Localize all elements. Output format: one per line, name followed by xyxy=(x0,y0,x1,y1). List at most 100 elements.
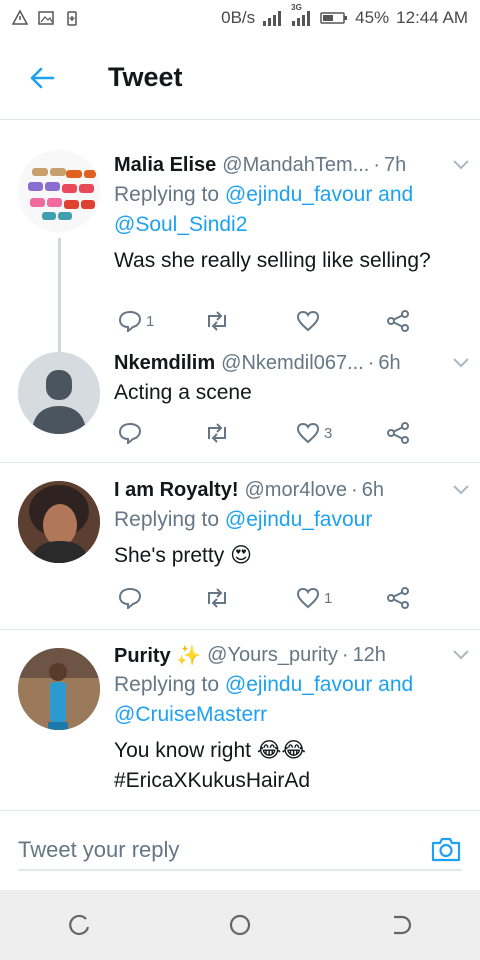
hashtag-link[interactable]: #EricaXKukusHairAd xyxy=(114,766,468,796)
author-name[interactable]: Malia Elise xyxy=(114,154,216,177)
avatar[interactable] xyxy=(18,648,100,730)
back-button[interactable] xyxy=(0,36,84,120)
share-button[interactable] xyxy=(386,586,410,610)
tweet-header: Purity ✨ @Yours_purity · 12h xyxy=(114,640,468,670)
network-speed: 0B/s xyxy=(221,8,256,27)
tweet-body: I am Royalty! @mor4love · 6h Replying to… xyxy=(114,475,468,571)
back-nav-button[interactable] xyxy=(380,905,420,945)
tweet-text: She's pretty 😍 xyxy=(114,544,252,567)
share-button[interactable] xyxy=(386,421,410,445)
avatar[interactable] xyxy=(18,150,100,232)
tweet-header: I am Royalty! @mor4love · 6h xyxy=(114,475,468,505)
chevron-down-icon[interactable] xyxy=(452,356,470,370)
reply-bar xyxy=(0,810,480,890)
reply-button[interactable] xyxy=(118,422,146,444)
like-button[interactable]: 3 xyxy=(296,422,332,444)
tweet-body: Purity ✨ @Yours_purity · 12h Replying to… xyxy=(114,640,468,796)
replying-to: Replying to @ejindu_favour xyxy=(114,505,468,535)
signal-3g-icon xyxy=(292,11,311,26)
default-avatar-icon xyxy=(18,352,100,434)
tweet-list[interactable]: Malia Elise @MandahTem... · 7h Replying … xyxy=(0,120,480,810)
reply-input[interactable] xyxy=(18,831,462,871)
replying-prefix: Replying to xyxy=(114,508,220,531)
tweet-item[interactable]: Nkemdilim @Nkemdil067... · 6h Acting a s… xyxy=(0,338,480,463)
reply-count: 1 xyxy=(146,312,155,330)
replying-to: Replying to @ejindu_favour and @CruiseMa… xyxy=(114,670,468,730)
author-handle[interactable]: @MandahTem... xyxy=(222,154,369,177)
separator-dot: · xyxy=(351,478,358,501)
tweet-header: Malia Elise @MandahTem... · 7h xyxy=(114,150,468,180)
replying-prefix: Replying to xyxy=(114,673,220,696)
tweet-time: 6h xyxy=(361,478,384,501)
clock: 12:44 AM xyxy=(396,8,468,27)
retweet-button[interactable] xyxy=(204,422,230,444)
tweet-item[interactable]: Malia Elise @MandahTem... · 7h Replying … xyxy=(0,138,480,368)
heart-icon xyxy=(296,310,320,332)
home-circle-icon xyxy=(229,914,251,936)
reply-icon xyxy=(118,587,142,609)
retweet-icon xyxy=(208,588,226,608)
replying-prefix: Replying to xyxy=(114,183,220,206)
reply-button[interactable] xyxy=(118,587,146,609)
tweet-actions: 1 xyxy=(114,583,414,613)
author-name[interactable]: Purity ✨ xyxy=(114,643,201,668)
mention-link[interactable]: @ejindu_favour xyxy=(225,183,372,206)
camera-icon xyxy=(431,837,461,862)
separator-dot: · xyxy=(367,351,375,374)
status-left-icons xyxy=(12,10,80,26)
avatar[interactable] xyxy=(18,481,100,563)
mention-link[interactable]: @ejindu_favour xyxy=(225,508,372,531)
share-icon xyxy=(387,587,409,609)
like-count: 1 xyxy=(324,589,333,607)
chevron-down-icon[interactable] xyxy=(452,483,470,497)
image-notification-icon xyxy=(38,11,54,25)
separator-dot: · xyxy=(373,153,380,176)
separator-dot: · xyxy=(341,643,349,666)
app-header: Tweet xyxy=(0,36,480,120)
like-button[interactable]: 1 xyxy=(296,587,332,609)
tweet-item[interactable]: Purity ✨ @Yours_purity · 12h Replying to… xyxy=(0,630,480,810)
chevron-down-icon[interactable] xyxy=(452,158,470,172)
battery-icon xyxy=(320,12,348,24)
retweet-button[interactable] xyxy=(204,310,230,332)
reply-icon xyxy=(118,422,142,444)
mention-link[interactable]: @ejindu_favour xyxy=(225,673,372,696)
tweet-text: Was she really selling like selling? xyxy=(114,249,431,272)
reply-joiner: and xyxy=(378,673,414,696)
recent-apps-icon xyxy=(69,914,90,936)
battery-saver-icon xyxy=(67,11,77,26)
mention-link[interactable]: @CruiseMasterr xyxy=(114,703,267,726)
author-handle[interactable]: @Nkemdil067... xyxy=(221,352,364,375)
tweet-actions: 1 xyxy=(114,306,414,336)
like-count: 3 xyxy=(324,424,333,442)
retweet-button[interactable] xyxy=(204,587,230,609)
tweet-time: 12h xyxy=(352,643,386,666)
tweet-time: 6h xyxy=(378,351,401,374)
like-button[interactable] xyxy=(296,310,324,332)
battery-percent: 45% xyxy=(355,8,390,27)
tweet-text: Acting a scene xyxy=(114,381,252,404)
tweet-time: 7h xyxy=(383,153,407,176)
share-icon xyxy=(387,422,409,444)
camera-button[interactable] xyxy=(430,833,462,865)
home-button[interactable] xyxy=(220,905,260,945)
share-icon xyxy=(387,310,409,332)
status-bar: 0B/s 3G 45% 12:44 AM xyxy=(0,0,480,36)
author-name[interactable]: I am Royalty! xyxy=(114,479,238,502)
tweet-item[interactable]: I am Royalty! @mor4love · 6h Replying to… xyxy=(0,463,480,630)
author-name[interactable]: Nkemdilim xyxy=(114,352,215,375)
recent-apps-button[interactable] xyxy=(60,905,100,945)
author-handle[interactable]: @mor4love xyxy=(244,479,347,502)
tweet-body: Nkemdilim @Nkemdil067... · 6h Acting a s… xyxy=(114,348,468,408)
author-handle[interactable]: @Yours_purity xyxy=(207,644,338,667)
status-right-info: 0B/s 3G 45% 12:44 AM xyxy=(221,3,468,28)
share-button[interactable] xyxy=(386,309,410,333)
mention-link[interactable]: @Soul_Sindi2 xyxy=(114,213,247,236)
reply-button[interactable]: 1 xyxy=(118,310,154,332)
chevron-down-icon[interactable] xyxy=(452,648,470,662)
retweet-icon xyxy=(208,423,226,443)
heart-icon xyxy=(296,422,320,444)
warning-triangle-icon xyxy=(12,10,28,25)
signal-3g-wrap: 3G xyxy=(291,3,313,26)
avatar[interactable] xyxy=(18,352,100,434)
